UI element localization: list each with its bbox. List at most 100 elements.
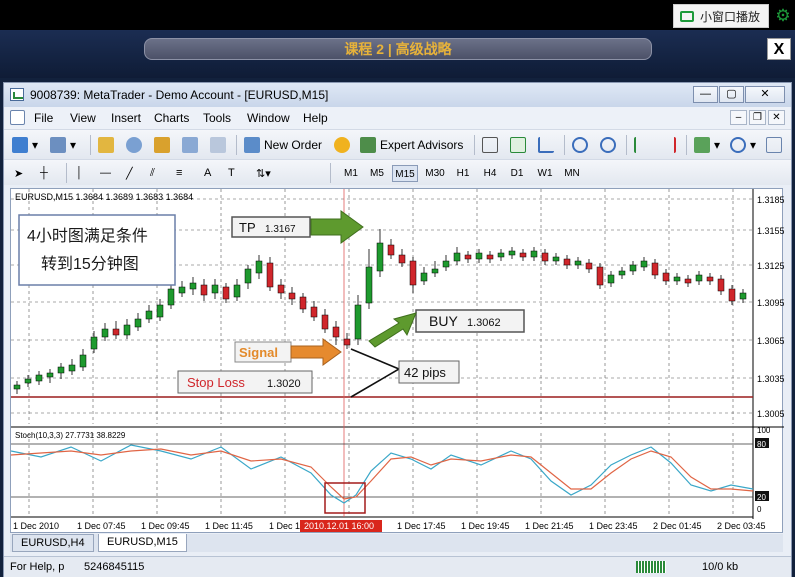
tf-mn[interactable]: MN [560, 165, 584, 182]
text-label-button[interactable]: T [228, 163, 235, 183]
pips-bracket [350, 348, 401, 398]
menu-insert[interactable]: Insert [111, 111, 141, 125]
new-order-button[interactable]: New Order [244, 135, 322, 155]
tp-value: 1.3167 [265, 224, 296, 235]
strategy-tester-button[interactable] [182, 135, 198, 155]
cursor-button[interactable]: ➤ [14, 163, 23, 183]
connection-bars-icon [636, 561, 666, 573]
bar-chart-button[interactable] [482, 135, 498, 155]
tf-d1[interactable]: D1 [506, 165, 528, 182]
fibonacci-icon: ≡ [176, 167, 183, 179]
data-window-button[interactable] [126, 135, 142, 155]
doc-close-button[interactable]: ✕ [768, 110, 785, 125]
candlestick-button[interactable] [510, 135, 526, 155]
mini-window-button[interactable]: 小窗口播放 [673, 4, 769, 28]
chart-header: EURUSD,M15 1.3684 1.3689 1.3683 1.3684 [15, 192, 193, 202]
window-title: 9008739: MetaTrader - Demo Account - [EU… [30, 88, 329, 102]
stoch-level-label: 20 [757, 493, 766, 502]
chart-canvas: 1.3185 1.3155 1.3125 1.3095 1.3065 1.3035 1.30… [11, 189, 784, 532]
price-label: 1.3035 [757, 374, 784, 384]
terminal-button[interactable] [154, 135, 170, 155]
candle-bear [651, 262, 659, 276]
maximize-button[interactable]: ▢ [719, 86, 744, 103]
market-watch-button[interactable] [98, 135, 114, 155]
doc-restore-button[interactable]: ❐ [749, 110, 766, 125]
zoom-in-button[interactable] [572, 135, 588, 155]
auto-scroll-button[interactable] [634, 135, 650, 155]
zoom-out-button[interactable] [600, 135, 616, 155]
fibonacci-button[interactable]: ≡ [176, 163, 182, 183]
signal-arrow [290, 338, 342, 366]
channel-button[interactable]: ⫽ [150, 163, 155, 183]
horizontal-line-button[interactable]: — [100, 163, 111, 183]
tf-m1[interactable]: M1 [340, 165, 362, 182]
candle-bear [717, 278, 725, 292]
candle-bull [255, 260, 263, 274]
candle-bear [596, 266, 604, 286]
text-button[interactable]: A [204, 163, 211, 183]
time-label: 1 Dec 19:45 [461, 521, 510, 531]
tf-w1[interactable]: W1 [534, 165, 556, 182]
new-chart-button[interactable]: ▾ [12, 135, 38, 155]
status-help: For Help, p [10, 561, 65, 573]
menu-tools[interactable]: Tools [203, 111, 231, 125]
arrows-button[interactable]: ⇅▾ [256, 163, 271, 183]
candle-bull [629, 264, 637, 272]
text-icon: A [204, 167, 212, 179]
expert-advisors-button[interactable]: Expert Advisors [360, 135, 463, 155]
menu-charts[interactable]: Charts [154, 111, 189, 125]
minimize-button[interactable]: — [693, 86, 718, 103]
candle-bull [244, 268, 252, 284]
gear-icon[interactable]: ⚙ [773, 5, 793, 27]
candle-bear [321, 314, 329, 330]
menu-help[interactable]: Help [303, 111, 328, 125]
tf-m5[interactable]: M5 [366, 165, 388, 182]
chart-shift-icon [660, 137, 676, 153]
zoom-out-icon [600, 137, 616, 153]
history-center-button[interactable] [210, 135, 226, 155]
tf-m15[interactable]: M15 [392, 165, 418, 182]
status-bar: For Help, p 5246845115 10/0 kb [4, 556, 791, 577]
crosshair-button[interactable]: ┼ [40, 163, 48, 183]
price-chart[interactable]: 1.3185 1.3155 1.3125 1.3095 1.3065 1.3035 1.30… [10, 188, 784, 533]
menu-file[interactable]: File [34, 111, 53, 125]
time-label: 1 Dec 11:45 [205, 521, 253, 531]
tf-m30[interactable]: M30 [422, 165, 448, 182]
alert-button[interactable] [334, 135, 350, 155]
candle-bull [640, 260, 648, 268]
time-label: 2 Dec 03:45 [717, 521, 766, 531]
doc-minimize-button[interactable]: – [730, 110, 747, 125]
line-chart-button[interactable] [538, 135, 554, 155]
close-window-button[interactable]: ✕ [745, 86, 785, 103]
new-chart-icon [12, 137, 28, 153]
time-label: 1 Dec 2010 [13, 521, 59, 531]
indicators-button[interactable]: ▾ [694, 135, 720, 155]
candle-bull [552, 256, 560, 262]
tp-arrow [310, 210, 364, 244]
close-button[interactable]: X [767, 38, 791, 60]
candlestick-icon [510, 137, 526, 153]
menu-window[interactable]: Window [247, 111, 290, 125]
tf-h1[interactable]: H1 [452, 165, 474, 182]
periods-button[interactable]: ▾ [730, 135, 756, 155]
cursor-icon: ➤ [14, 167, 24, 180]
trendline-button[interactable]: ╱ [126, 163, 133, 183]
candle-bear [684, 278, 692, 284]
candle-bear [288, 292, 296, 300]
candle-bull [475, 252, 483, 260]
vertical-line-button[interactable]: │ [76, 163, 83, 183]
window-titlebar: 9008739: MetaTrader - Demo Account - [EU… [4, 83, 791, 107]
screen: 小窗口播放 ⚙ 课程 2 | 高级战略 X 9008739: MetaTrade… [0, 0, 795, 577]
terminal-icon [154, 137, 170, 153]
candle-bear [387, 244, 395, 256]
stoch-level-label: 0 [757, 505, 762, 514]
crosshair-icon: ┼ [40, 167, 48, 179]
tf-h4[interactable]: H4 [479, 165, 501, 182]
candle-bear [464, 254, 472, 260]
tab-eurusd-h4[interactable]: EURUSD,H4 [12, 534, 94, 552]
tab-eurusd-m15[interactable]: EURUSD,M15 [98, 534, 187, 552]
chart-shift-button[interactable] [660, 135, 676, 155]
profiles-button[interactable]: ▾ [50, 135, 76, 155]
menu-view[interactable]: View [70, 111, 96, 125]
templates-button[interactable] [766, 135, 782, 155]
